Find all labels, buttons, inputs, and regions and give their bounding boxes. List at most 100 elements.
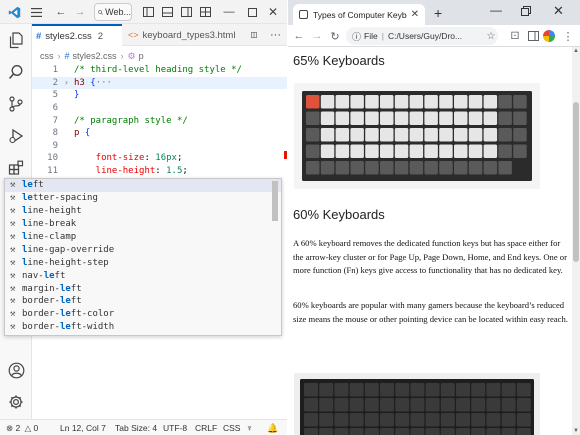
code-line[interactable]: 2 › h3 {··· [32,76,287,90]
breadcrumb-file[interactable]: styles2.css [73,51,117,61]
suggestion-item[interactable]: ⚒ l ine-height [5,205,281,218]
minimize-icon[interactable]: — [222,4,236,20]
copilot-icon[interactable]: ♆ [246,423,253,433]
code-line[interactable]: 11 line-height: 1.5; [32,165,287,178]
browser-tab-title: Types of Computer Keyboards [313,9,407,20]
restore-icon[interactable] [521,6,531,18]
problems-indicator[interactable]: ⊗ 2 △ 0 [6,423,38,434]
code-line[interactable]: 7 /* paragraph style */ [32,114,287,127]
forward-arrow-icon[interactable]: → [73,4,87,20]
key [365,144,379,158]
run-debug-icon[interactable] [6,126,26,146]
code-line[interactable]: 1 /* third-level heading style */ [32,64,287,77]
bookmark-star-icon[interactable]: ☆ [484,29,498,43]
suggestion-item[interactable]: ⚒ le tter-spacing [5,192,281,205]
more-menu-icon[interactable]: ⋮ [561,29,575,43]
command-center-search[interactable]: Web... [94,3,132,21]
suggestion-item[interactable]: ⚒ margin-le ft [5,282,281,295]
key [483,144,498,158]
search-icon[interactable] [6,62,26,82]
line-number: 2 [52,77,58,88]
more-actions-icon[interactable]: ··· [266,24,282,46]
side-panel-icon[interactable] [526,29,540,43]
code-line[interactable]: 6 [32,102,287,115]
browser-tab[interactable]: Types of Computer Keyboards ✕ [293,4,425,25]
extensions-icon[interactable]: ⚀ [508,29,522,43]
breadcrumb-css[interactable]: css [40,51,54,61]
key [380,111,394,125]
tab-keyboard-types3-html[interactable]: <> keyboard_types3.html [124,24,235,46]
property-wrench-icon: ⚒ [10,270,16,281]
suggestion-rest: ine-break [27,219,77,230]
suggestion-item[interactable]: ⚒ l ine-break [5,218,281,231]
explorer-icon[interactable] [6,30,26,50]
account-icon[interactable] [6,360,26,380]
key [364,398,379,412]
toggle-secondary-sidebar-icon[interactable] [179,4,193,20]
tab-styles2-css[interactable]: # styles2.css 2 [32,24,122,46]
key [424,128,438,142]
fold-chevron-icon[interactable]: › [64,78,74,87]
code-line[interactable]: 9 [32,140,287,153]
key [501,413,516,427]
suggestion-item[interactable]: ⚒ border-le ft [5,295,281,308]
suggestion-item[interactable]: ⚒ nav-le ft [5,269,281,282]
command-center-text: Web... [105,7,131,17]
profile-avatar[interactable] [542,29,556,43]
reload-icon[interactable]: ↻ [328,29,342,43]
encoding[interactable]: UTF-8 [163,423,187,433]
close-window-icon[interactable]: ✕ [553,3,564,19]
scroll-up-icon[interactable]: ▲ [573,48,579,54]
suggestion-item[interactable]: ⚒ border-le ft-width [5,321,281,334]
page-scrollbar[interactable]: ▲ ▼ [572,47,580,435]
language-mode[interactable]: CSS [223,423,240,433]
close-icon[interactable]: ✕ [266,4,280,20]
split-editor-icon[interactable] [247,24,261,46]
line-number: 1 [52,65,58,76]
extensions-icon[interactable] [6,158,26,178]
new-tab-icon[interactable]: + [434,5,442,21]
tab-size[interactable]: Tab Size: 4 [115,423,157,433]
key [409,128,424,142]
suggestion-item[interactable]: ⚒ border-le ft-color [5,308,281,321]
address-bar[interactable]: ⓘ File | C:/Users/Guy/Dro... [346,27,498,45]
back-arrow-icon[interactable]: ← [54,4,68,20]
close-tab-icon[interactable]: ✕ [411,9,419,20]
maximize-icon[interactable] [245,4,259,20]
cursor-position[interactable]: Ln 12, Col 7 [60,423,106,433]
forward-arrow-icon[interactable]: → [310,29,324,43]
key [454,111,468,125]
source-control-icon[interactable] [6,94,26,114]
key [410,428,425,435]
code-line[interactable]: 10 font-size: 16px; [32,152,287,165]
key [410,413,425,427]
autocomplete-suggestions[interactable]: ⚒ le ft ⚒ le tter-spacing ⚒ l ine-height ⚒ l ine-br… [4,178,282,336]
heading-60-keyboards: 60% Keyboards [293,207,385,222]
menu-icon[interactable] [28,4,44,20]
toggle-panel-icon[interactable] [160,4,174,20]
notifications-bell-icon[interactable]: 🔔 [267,423,278,434]
toggle-sidebar-icon[interactable] [141,4,155,20]
minimize-icon[interactable]: — [490,3,502,17]
page-scrollbar-thumb[interactable] [573,102,579,262]
code-line[interactable]: 5} [32,89,287,102]
code-line[interactable]: 8 p { [32,127,287,140]
suggestion-item[interactable]: ⚒ l ine-height-step [5,256,281,269]
suggestions-scrollbar[interactable] [272,181,278,221]
suggestion-item[interactable]: ⚒ l ine-gap-override [5,243,281,256]
manage-gear-icon[interactable] [6,392,26,412]
breadcrumb-symbol[interactable]: p [139,51,144,61]
customize-layout-icon[interactable] [198,4,212,20]
key [439,111,453,125]
scroll-down-icon[interactable]: ▼ [573,428,579,434]
key [471,383,486,397]
back-arrow-icon[interactable]: ← [292,29,306,43]
suggestion-item[interactable]: ⚒ l ine-clamp [5,231,281,244]
key [425,383,440,397]
line-ending[interactable]: CRLF [195,423,217,433]
key [483,128,498,142]
key [380,413,394,427]
key [486,428,501,435]
suggestion-item[interactable]: ⚒ le ft [5,179,281,192]
key [335,144,350,158]
